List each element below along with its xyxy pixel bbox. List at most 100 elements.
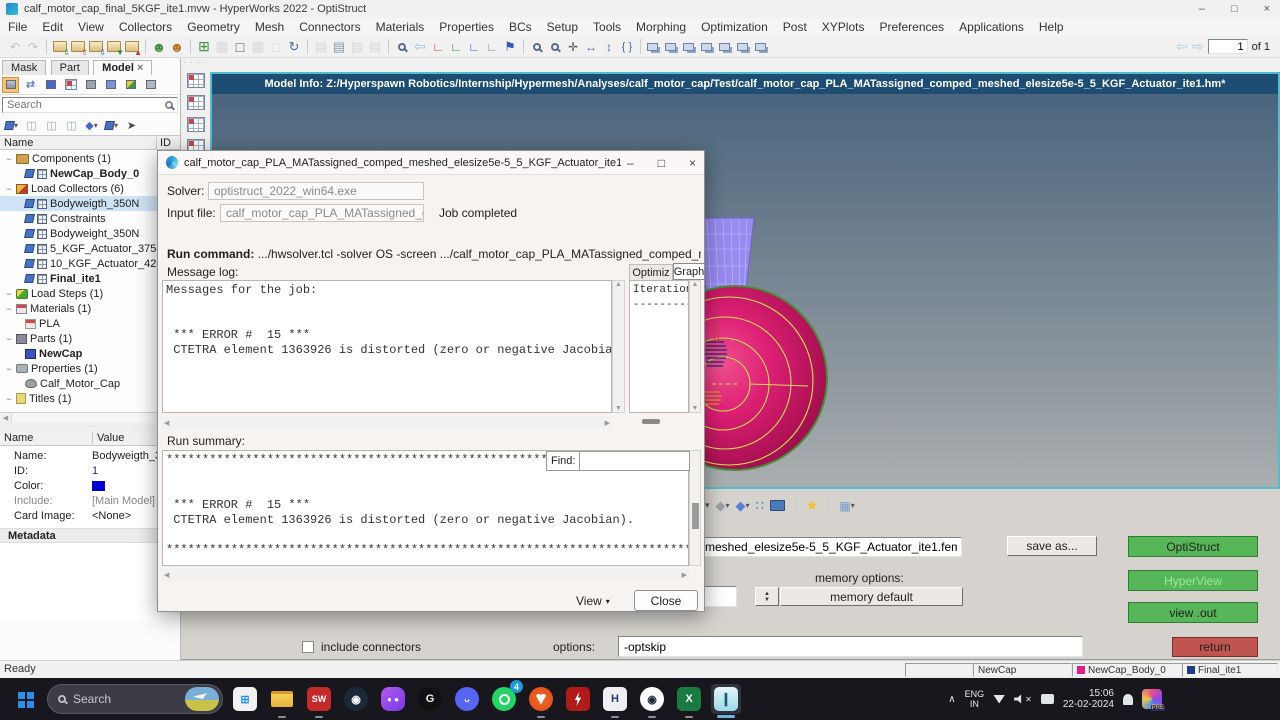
taskbar-store-icon[interactable]: ⊞ <box>230 684 260 714</box>
taskbar-gamepad-icon[interactable]: ● ● <box>378 684 408 714</box>
tree-item-pla[interactable]: PLA <box>0 316 179 331</box>
back-view-icon[interactable]: ⇦ <box>411 38 429 55</box>
refresh-window-icon[interactable]: ↻ <box>285 38 303 55</box>
display-solid-icon[interactable] <box>42 77 59 93</box>
menu-collectors[interactable]: Collectors <box>119 20 172 34</box>
paste-icon[interactable]: ▤ <box>330 38 348 55</box>
import-icon[interactable]: ▼ <box>105 38 123 55</box>
menu-preferences[interactable]: Preferences <box>879 20 944 34</box>
tab-close-icon[interactable]: × <box>137 62 143 74</box>
run-summary-hscrollbar[interactable]: ◀▶ <box>162 568 689 581</box>
tree-item-5kgf-actuator[interactable]: 5_KGF_Actuator_375N <box>0 241 179 256</box>
tree-item-titles[interactable]: −Titles (1) <box>0 391 179 406</box>
memory-spinner[interactable]: ▲▼ <box>755 587 779 606</box>
menu-materials[interactable]: Materials <box>376 20 425 34</box>
include-connectors-checkbox[interactable] <box>302 641 314 653</box>
menu-connectors[interactable]: Connectors <box>299 20 360 34</box>
user-profile-icon[interactable]: ☻ <box>150 38 168 55</box>
dialog-maximize-icon[interactable]: □ <box>658 156 665 170</box>
screen-capture-icon[interactable] <box>770 500 785 511</box>
card-edit-icon[interactable] <box>62 77 79 93</box>
menu-edit[interactable]: Edit <box>42 20 63 34</box>
dynamic-rotate-icon[interactable]: { } <box>618 38 636 55</box>
flag-display-icon[interactable]: ▾ <box>103 117 120 133</box>
tree-item-bodyweight-350n[interactable]: Bodyweight_350N <box>0 226 179 241</box>
memory-default-button[interactable]: memory default <box>780 587 963 606</box>
open-model-icon[interactable]: ⇩ <box>51 38 69 55</box>
paste-special-icon[interactable]: ▤ <box>348 38 366 55</box>
taskbar-whatsapp-icon[interactable]: 4 <box>489 684 519 714</box>
run-summary-vscrollbar[interactable] <box>689 450 701 566</box>
message-log-vscrollbar[interactable]: ▲▼ <box>612 280 625 413</box>
menu-xyplots[interactable]: XYPlots <box>822 20 865 34</box>
tree-item-properties[interactable]: −Properties (1) <box>0 361 179 376</box>
options-input[interactable] <box>618 636 1083 657</box>
display-state-1-icon[interactable]: ◫ <box>23 117 40 133</box>
window-cascade-2-icon[interactable] <box>663 38 681 55</box>
pointer-icon[interactable]: ➤ <box>123 117 140 133</box>
hyperview-button[interactable]: HyperView <box>1128 570 1258 591</box>
page-grid-icon[interactable]: ▦ <box>213 38 231 55</box>
plugins-icon[interactable]: ▦▾ <box>839 499 854 513</box>
minimize-button[interactable]: – <box>1199 3 1205 15</box>
taskbar-solidworks-icon[interactable]: SW <box>304 684 334 714</box>
taskbar-lightning-icon[interactable] <box>563 684 593 714</box>
find-input[interactable] <box>580 451 690 471</box>
menu-help[interactable]: Help <box>1039 20 1064 34</box>
taskbar-logitech-icon[interactable]: G <box>415 684 445 714</box>
adobe-premiere-icon[interactable]: PRE <box>1142 689 1162 709</box>
renumber-icon[interactable] <box>122 77 139 93</box>
flag-view-icon[interactable]: ⚑ <box>501 38 519 55</box>
new-page-icon[interactable]: ⊞ <box>195 38 213 55</box>
return-button[interactable]: return <box>1172 637 1258 657</box>
tree-item-newcap-body[interactable]: NewCap_Body_0 <box>0 166 179 181</box>
tab-model[interactable]: Model × <box>93 60 152 75</box>
capture-icon[interactable]: ▤ <box>366 38 384 55</box>
tab-mask[interactable]: Mask <box>2 60 46 75</box>
taskbar-search[interactable]: Search <box>47 684 223 714</box>
tree-col-name[interactable]: Name <box>0 137 156 149</box>
weather-widget[interactable] <box>185 687 219 711</box>
input-file-field[interactable] <box>700 537 962 557</box>
window-cascade-6-icon[interactable] <box>735 38 753 55</box>
save-as-button[interactable]: save as... <box>1007 536 1097 556</box>
color-swatch[interactable] <box>92 481 105 491</box>
taskbar-steam2-icon[interactable]: ◉ <box>637 684 667 714</box>
window-cascade-7-icon[interactable] <box>753 38 771 55</box>
display-state-2-icon[interactable]: ◫ <box>43 117 60 133</box>
entity-row-cardimage[interactable]: Card Image:<None> <box>0 508 180 523</box>
dialog-minimize-icon[interactable]: – <box>627 156 634 170</box>
view-out-button[interactable]: view .out <box>1128 602 1258 623</box>
next-page-icon[interactable]: ⇨ <box>1192 38 1204 55</box>
tray-language[interactable]: ENGIN <box>965 689 985 709</box>
entity-row-name[interactable]: Name:Bodyweigth_350N <box>0 448 180 463</box>
menu-view[interactable]: View <box>78 20 104 34</box>
single-window-icon[interactable]: □ <box>231 38 249 55</box>
constraints-table-icon[interactable] <box>187 95 205 110</box>
menu-properties[interactable]: Properties <box>439 20 494 34</box>
menu-mesh[interactable]: Mesh <box>255 20 284 34</box>
menu-tools[interactable]: Tools <box>593 20 621 34</box>
scroll-left-icon[interactable]: ◀ <box>0 413 11 423</box>
color-by-icon[interactable] <box>102 77 119 93</box>
menu-morphing[interactable]: Morphing <box>636 20 686 34</box>
message-log-hscrollbar[interactable]: ◀▶ <box>162 416 612 429</box>
tree-item-parts[interactable]: −Parts (1) <box>0 331 179 346</box>
entity-row-color[interactable]: Color: <box>0 478 180 493</box>
iteration-box[interactable]: Iteration ---------- <box>629 280 689 413</box>
taskbar-excel-icon[interactable]: X <box>674 684 704 714</box>
zoom-out-icon[interactable] <box>546 38 564 55</box>
fit-horizontal-icon[interactable]: ↔ <box>582 38 600 55</box>
show-hide-icon[interactable]: ▾ <box>3 117 20 133</box>
menu-optimization[interactable]: Optimization <box>701 20 768 34</box>
window-cascade-3-icon[interactable] <box>681 38 699 55</box>
entity-row-include[interactable]: Include:[Main Model] <box>0 493 180 508</box>
browser-search-input[interactable] <box>7 99 165 111</box>
tree-hscrollbar[interactable]: ◀ <box>0 412 180 423</box>
taskbar-brave-icon[interactable] <box>526 684 556 714</box>
entity-col-name[interactable]: Name <box>0 432 92 444</box>
menu-geometry[interactable]: Geometry <box>187 20 240 34</box>
shaded-mode-icon[interactable]: ◆▾ <box>716 498 730 514</box>
window-cascade-1-icon[interactable] <box>645 38 663 55</box>
undo-icon[interactable]: ↶ <box>6 38 24 55</box>
